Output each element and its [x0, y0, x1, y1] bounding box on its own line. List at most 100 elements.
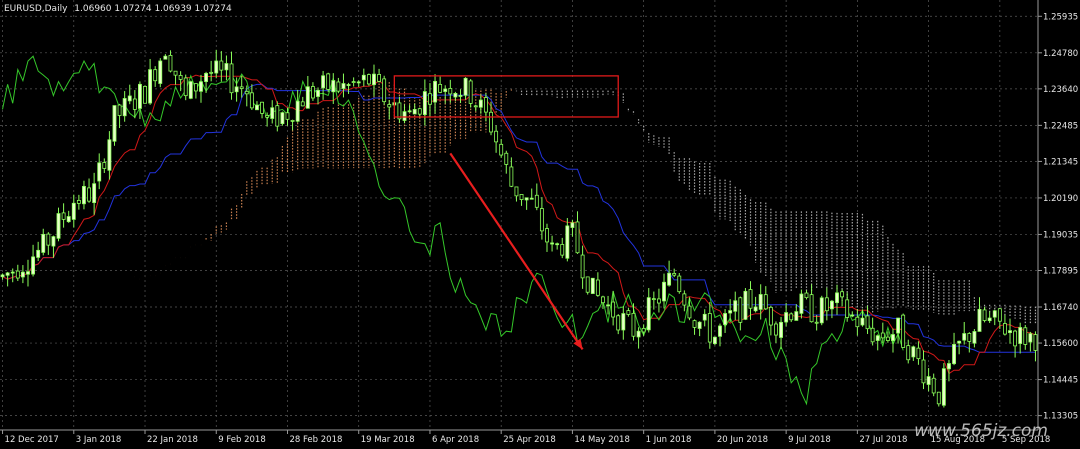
price-tick-label: 1.16740: [1043, 303, 1078, 313]
candle-body: [728, 310, 733, 314]
candle-body: [305, 86, 310, 109]
candle-body: [534, 194, 539, 208]
candle-body: [168, 55, 173, 72]
candle-body: [626, 310, 631, 315]
candle-body: [102, 162, 107, 169]
candle-body: [682, 293, 687, 306]
candle-body: [977, 308, 982, 332]
time-tick-label: 1 Jun 2018: [646, 435, 692, 445]
candle-body: [290, 120, 295, 122]
candle-body: [809, 294, 814, 323]
candle-body: [15, 270, 20, 279]
candle-body: [433, 80, 437, 103]
candle-body: [865, 315, 870, 330]
candle-body: [183, 77, 188, 97]
candle-body: [107, 139, 112, 171]
candle-body: [265, 115, 270, 118]
candle-body: [366, 74, 371, 85]
candle-body: [697, 321, 702, 329]
candle-body: [87, 187, 91, 202]
candle-body: [0, 274, 5, 278]
time-tick-label: 20 Jun 2018: [717, 435, 768, 445]
candle-body: [855, 316, 860, 328]
candle-body: [112, 105, 117, 142]
candle-body: [158, 60, 163, 84]
candle-body: [387, 104, 392, 108]
price-tick-label: 1.24780: [1043, 49, 1078, 59]
candle-body: [519, 194, 524, 200]
symbol-label: EURUSD,Daily: [4, 4, 68, 14]
candle-body: [565, 225, 570, 259]
candle-body: [341, 83, 346, 89]
price-tick-label: 1.14445: [1043, 376, 1078, 386]
candle-body: [789, 313, 794, 321]
candle-body: [97, 162, 102, 182]
candle-body: [209, 71, 214, 74]
candle-body: [509, 166, 514, 187]
candle-body: [926, 376, 931, 385]
ohlc-label: 1.06960 1.07274 1.06939 1.07274: [74, 4, 232, 14]
candle-body: [962, 333, 967, 341]
candle-body: [601, 296, 605, 304]
price-chart[interactable]: 1.25935 1.24780 1.23640 1.22485 1.21345 1.201…: [0, 0, 1080, 445]
time-tick-label: 28 Feb 2018: [289, 435, 342, 445]
candle-body: [845, 299, 850, 318]
candle-body: [489, 111, 493, 133]
candle-body: [214, 60, 219, 74]
candle-body: [504, 152, 509, 165]
candle-body: [239, 86, 244, 89]
price-tick-label: 1.22485: [1043, 121, 1078, 131]
candle-body: [331, 80, 336, 93]
candle-body: [748, 289, 753, 309]
candle-body: [896, 317, 900, 334]
price-tick-label: 1.20190: [1043, 194, 1078, 204]
candle-body: [1018, 327, 1023, 344]
candle-body: [285, 112, 290, 120]
candle-body: [219, 60, 224, 71]
candle-body: [468, 80, 473, 104]
candle-body: [5, 272, 10, 276]
time-tick-label: 12 Dec 2017: [5, 435, 59, 445]
candle-body: [137, 83, 142, 109]
time-tick-label: 9 Feb 2018: [218, 435, 266, 445]
candle-body: [804, 292, 809, 299]
candle-body: [830, 300, 834, 310]
candle-body: [163, 55, 168, 60]
candle-body: [850, 314, 855, 317]
candle-body: [127, 95, 132, 102]
candle-body: [906, 345, 911, 361]
candle-body: [483, 97, 488, 113]
candle-body: [326, 73, 331, 90]
candle-body: [336, 81, 341, 92]
candle-body: [270, 107, 275, 119]
candle-body: [967, 333, 972, 342]
candle-body: [1033, 334, 1038, 351]
candle-body: [295, 100, 300, 122]
candle-body: [524, 197, 529, 201]
candle-body: [707, 313, 712, 343]
candle-body: [819, 297, 824, 324]
candle-body: [61, 212, 66, 220]
candle-body: [763, 294, 768, 310]
candle-body: [443, 88, 448, 92]
candle-body: [794, 311, 799, 321]
candle-body: [768, 306, 773, 326]
candle-body: [835, 292, 839, 304]
candle-body: [590, 277, 595, 294]
candle-body: [1008, 330, 1012, 334]
time-tick-label: 6 Apr 2018: [432, 435, 479, 445]
candle-body: [56, 213, 61, 239]
candle-body: [346, 84, 351, 86]
candle-body: [448, 88, 453, 95]
candle-body: [916, 347, 921, 360]
candle-body: [982, 309, 987, 321]
candle-body: [412, 109, 417, 115]
candle-body: [280, 112, 285, 125]
candle-body: [667, 272, 672, 286]
candle-body: [921, 359, 926, 384]
candle-body: [641, 327, 646, 333]
candle-body: [606, 304, 610, 307]
candle-body: [473, 105, 478, 108]
candle-body: [560, 244, 565, 256]
candle-body: [712, 336, 717, 345]
